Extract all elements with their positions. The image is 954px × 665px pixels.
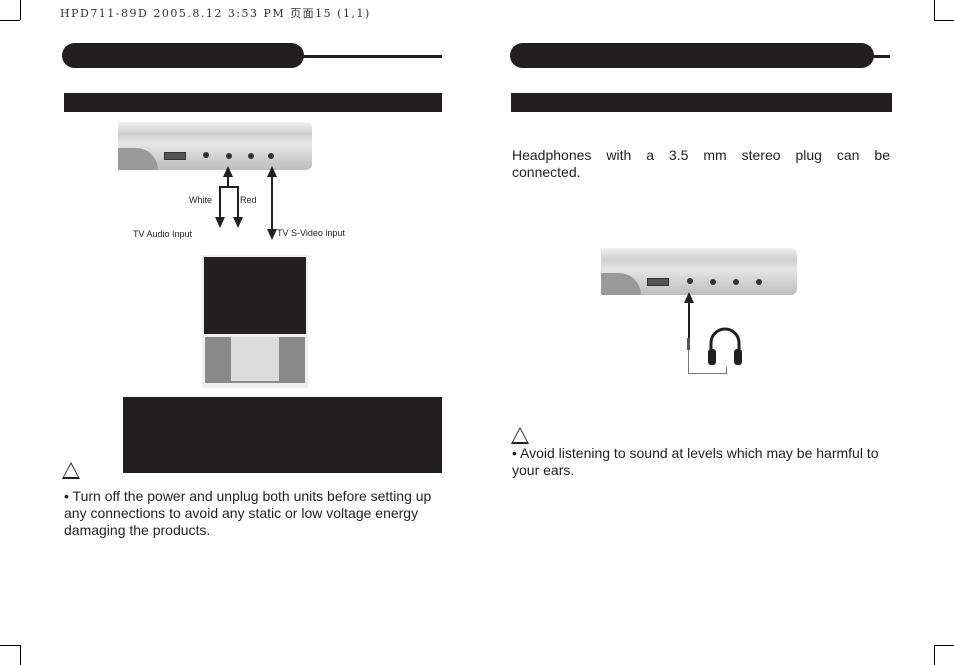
subsection-bar	[511, 93, 892, 112]
label-red: Red	[240, 195, 257, 205]
section-title-pill	[510, 43, 874, 68]
arrow-down-icon	[215, 217, 225, 228]
warning-triangle-icon	[62, 462, 80, 479]
player-side-image	[118, 122, 312, 170]
crop-mark	[0, 645, 20, 646]
label-white: White	[189, 195, 213, 205]
crop-mark	[934, 0, 935, 20]
arrow-down-icon	[233, 217, 243, 228]
tv-image	[202, 255, 308, 388]
note-box	[123, 397, 442, 473]
caution-text: • Avoid listening to sound at levels whi…	[512, 445, 879, 478]
label-tv-svideo-input: TV S-Video input	[277, 228, 345, 238]
player-side-image	[601, 248, 797, 295]
crop-mark	[20, 645, 21, 665]
title-rule	[870, 55, 890, 58]
crop-mark	[20, 0, 21, 20]
section-title-pill	[62, 43, 304, 68]
warning-triangle-icon	[511, 427, 529, 444]
label-tv-audio-input: TV Audio Input	[133, 229, 193, 239]
intro-text: Headphones with a 3.5 mm stereo plug can…	[512, 147, 890, 180]
caution-text: • Turn off the power and unplug both uni…	[64, 488, 432, 538]
crop-mark	[934, 645, 954, 646]
crop-mark	[934, 645, 935, 665]
headphones-icon	[707, 325, 743, 369]
title-rule	[300, 55, 442, 58]
crop-mark	[0, 20, 20, 21]
arrow-down-icon	[267, 229, 277, 240]
print-header: HPD711-89D 2005.8.12 3:53 PM 页面15 (1,1)	[60, 7, 371, 20]
subsection-bar	[64, 93, 442, 112]
crop-mark	[934, 20, 954, 21]
